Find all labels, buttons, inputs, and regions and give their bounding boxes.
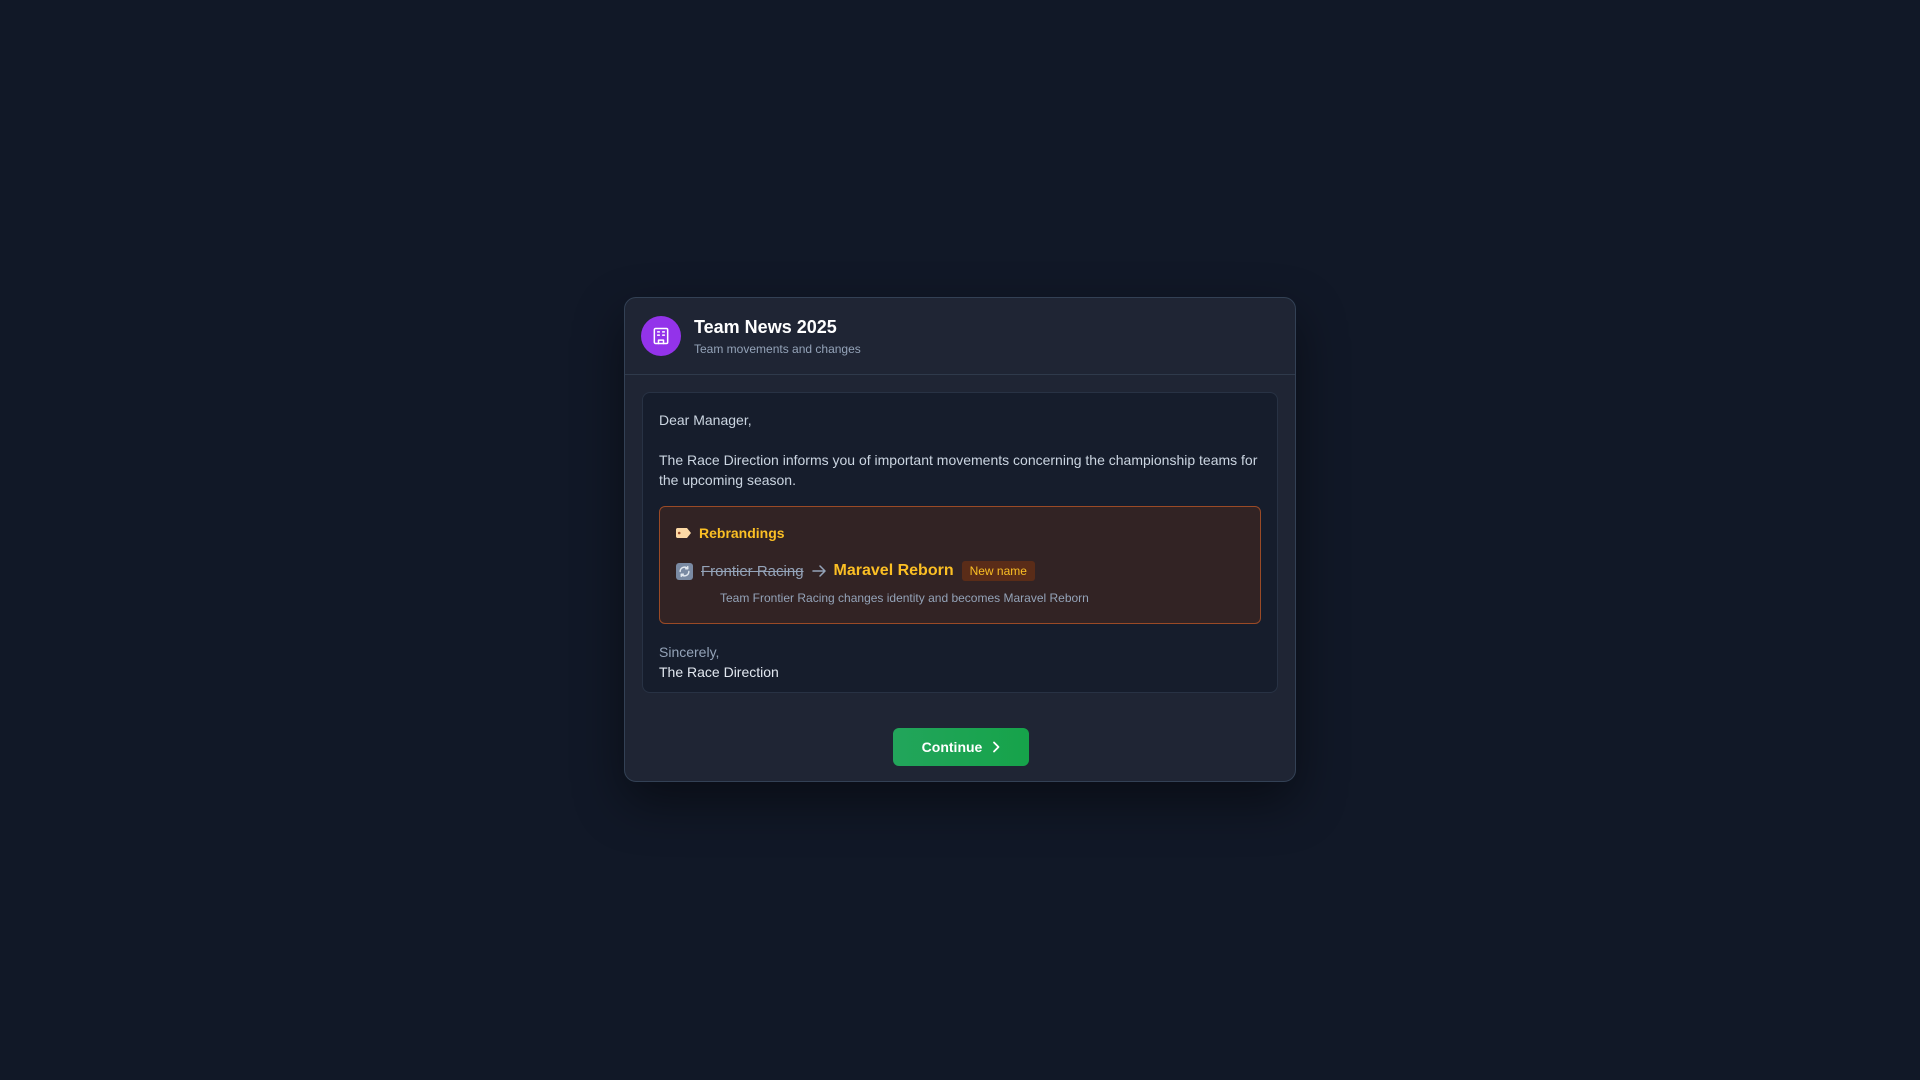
building-icon	[641, 316, 681, 356]
arrow-right-icon	[811, 565, 826, 577]
new-team-name: Maravel Reborn	[833, 562, 954, 579]
refresh-icon	[676, 562, 693, 580]
team-news-dialog: Team News 2025 Team movements and change…	[624, 297, 1296, 782]
tag-icon	[676, 528, 691, 538]
rebrand-item: Frontier Racing Maravel Reborn New name	[676, 560, 1244, 582]
dialog-subtitle: Team movements and changes	[694, 341, 861, 356]
rebrandings-header: Rebrandings	[676, 524, 1244, 542]
rebrandings-section: Rebrandings Frontier Racing Maravel Rebo…	[659, 506, 1261, 624]
dialog-title: Team News 2025	[694, 316, 837, 337]
letter-intro: The Race Direction informs you of import…	[659, 452, 1258, 488]
letter-closing: Sincerely,	[659, 644, 720, 660]
header-text: Team News 2025 Team movements and change…	[694, 316, 861, 357]
rebrand-description: Team Frontier Racing changes identity an…	[720, 591, 1089, 605]
letter-signature: The Race Direction	[659, 664, 779, 680]
continue-button[interactable]: Continue	[893, 728, 1029, 766]
letter-body: Dear Manager, The Race Direction informs…	[642, 392, 1278, 693]
continue-label: Continue	[921, 739, 983, 755]
letter-greeting: Dear Manager,	[659, 412, 752, 428]
new-name-badge: New name	[961, 561, 1035, 581]
chevron-right-icon	[992, 741, 1000, 753]
dialog-header: Team News 2025 Team movements and change…	[625, 298, 1295, 375]
rebrandings-title: Rebrandings	[699, 525, 785, 541]
old-team-name: Frontier Racing	[701, 562, 804, 580]
